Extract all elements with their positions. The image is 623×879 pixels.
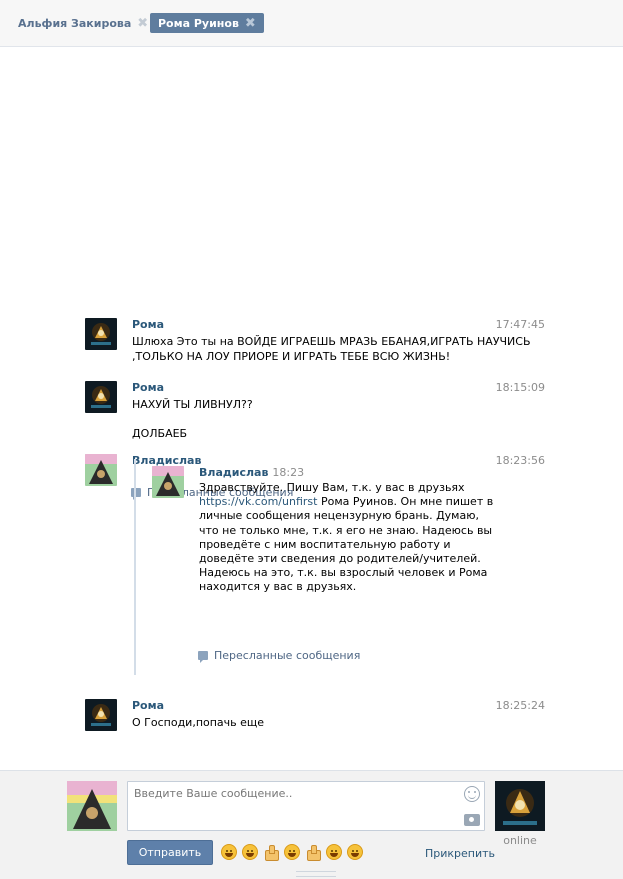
message-line: О Господи,попачь еще bbox=[132, 716, 265, 729]
thumbs-up-emoji-icon[interactable] bbox=[263, 844, 279, 861]
tab-label: Рома Руинов bbox=[158, 16, 239, 30]
message-line: Шлюха Это ты на ВОЙДЕ ИГРАЕШЬ МРАЗЬ ЕБАН… bbox=[132, 335, 531, 348]
thumbs-up-emoji-icon[interactable] bbox=[305, 844, 321, 861]
profile-link[interactable]: https://vk.com/unfirst bbox=[199, 495, 317, 508]
forwarded-author: Владислав 18:23 bbox=[199, 466, 304, 479]
message-icon bbox=[198, 651, 208, 663]
message-text: Шлюха Это ты на ВОЙДЕ ИГРАЕШЬ МРАЗЬ ЕБАН… bbox=[132, 334, 532, 364]
tab-label: Альфия Закирова bbox=[18, 16, 132, 30]
forwarded-text: Здравствуйте. Пишу Вам, т.к. у вас в дру… bbox=[199, 481, 499, 595]
attach-button[interactable]: Прикрепить bbox=[425, 847, 495, 860]
avatar[interactable] bbox=[85, 381, 117, 413]
smile-emoji-icon[interactable] bbox=[284, 844, 300, 860]
emoji-bar bbox=[221, 844, 368, 861]
grin-emoji-icon[interactable] bbox=[347, 844, 363, 860]
avatar[interactable] bbox=[85, 318, 117, 350]
avatar[interactable] bbox=[152, 466, 184, 498]
smiley-icon[interactable] bbox=[464, 786, 480, 802]
tongue-out-emoji-icon[interactable] bbox=[242, 844, 258, 860]
my-avatar[interactable] bbox=[67, 781, 117, 831]
peer-avatar[interactable] bbox=[495, 781, 545, 831]
forwarded-message-block: Владислав 18:23 Здравствуйте. Пишу Вам, т… bbox=[134, 459, 534, 675]
forwarded-author-name[interactable]: Владислав bbox=[199, 466, 268, 479]
relieved-emoji-icon[interactable] bbox=[326, 844, 342, 860]
message-line: ДОЛБАЕБ bbox=[132, 427, 188, 440]
message-item: Рома 17:47:45 Шлюха Это ты на ВОЙДЕ ИГРА… bbox=[85, 318, 545, 363]
message-line: ,ТОЛЬКО НА ЛОУ ПРИОРЕ И ИГРАТЬ ТЕБЕ ВСЮ … bbox=[132, 350, 451, 363]
camera-icon[interactable] bbox=[464, 814, 480, 826]
message-text: НАХУЙ ТЫ ЛИВНУЛ?? ДОЛБАЕБ bbox=[132, 397, 532, 441]
message-item: Рома 18:25:24 О Господи,попачь еще bbox=[85, 699, 545, 731]
tab-alfiya[interactable]: Альфия Закирова ✖ bbox=[12, 13, 154, 33]
forwarded-text-end: Рома Руинов. Он мне пишет в личные сообщ… bbox=[199, 495, 494, 594]
message-author[interactable]: Рома bbox=[132, 381, 164, 394]
message-input-placeholder: Введите Ваше сообщение.. bbox=[134, 787, 293, 800]
close-icon[interactable]: ✖ bbox=[137, 17, 148, 30]
message-author[interactable]: Рома bbox=[132, 318, 164, 331]
laughing-tears-emoji-icon[interactable] bbox=[221, 844, 237, 860]
message-time: 18:25:24 bbox=[495, 699, 545, 712]
message-time: 17:47:45 bbox=[495, 318, 545, 331]
close-icon[interactable]: ✖ bbox=[245, 17, 256, 30]
message-text: О Господи,попачь еще bbox=[132, 715, 532, 730]
dialog-tabs-bar: Альфия Закирова ✖ Рома Руинов ✖ bbox=[0, 0, 623, 47]
resize-grip[interactable] bbox=[296, 871, 336, 877]
message-item: Рома 18:15:09 НАХУЙ ТЫ ЛИВНУЛ?? ДОЛБАЕБ bbox=[85, 381, 545, 441]
message-author[interactable]: Рома bbox=[132, 699, 164, 712]
tab-roma[interactable]: Рома Руинов ✖ bbox=[150, 13, 264, 33]
forwarded-label: Пересланные сообщения bbox=[214, 649, 361, 662]
message-time: 18:15:09 bbox=[495, 381, 545, 394]
avatar[interactable] bbox=[85, 699, 117, 731]
forwarded-text-start: Здравствуйте. Пишу Вам, т.к. у вас в дру… bbox=[199, 481, 465, 494]
nested-forwarded-link[interactable]: Пересланные сообщения bbox=[198, 649, 361, 663]
message-composer: Введите Ваше сообщение.. online Отправит… bbox=[0, 770, 623, 879]
message-input[interactable]: Введите Ваше сообщение.. bbox=[127, 781, 485, 831]
avatar[interactable] bbox=[85, 454, 117, 486]
send-button[interactable]: Отправить bbox=[127, 840, 213, 865]
forwarded-time: 18:23 bbox=[272, 466, 305, 479]
message-line: НАХУЙ ТЫ ЛИВНУЛ?? bbox=[132, 398, 253, 411]
message-line bbox=[132, 412, 532, 426]
online-status: online bbox=[503, 834, 537, 847]
